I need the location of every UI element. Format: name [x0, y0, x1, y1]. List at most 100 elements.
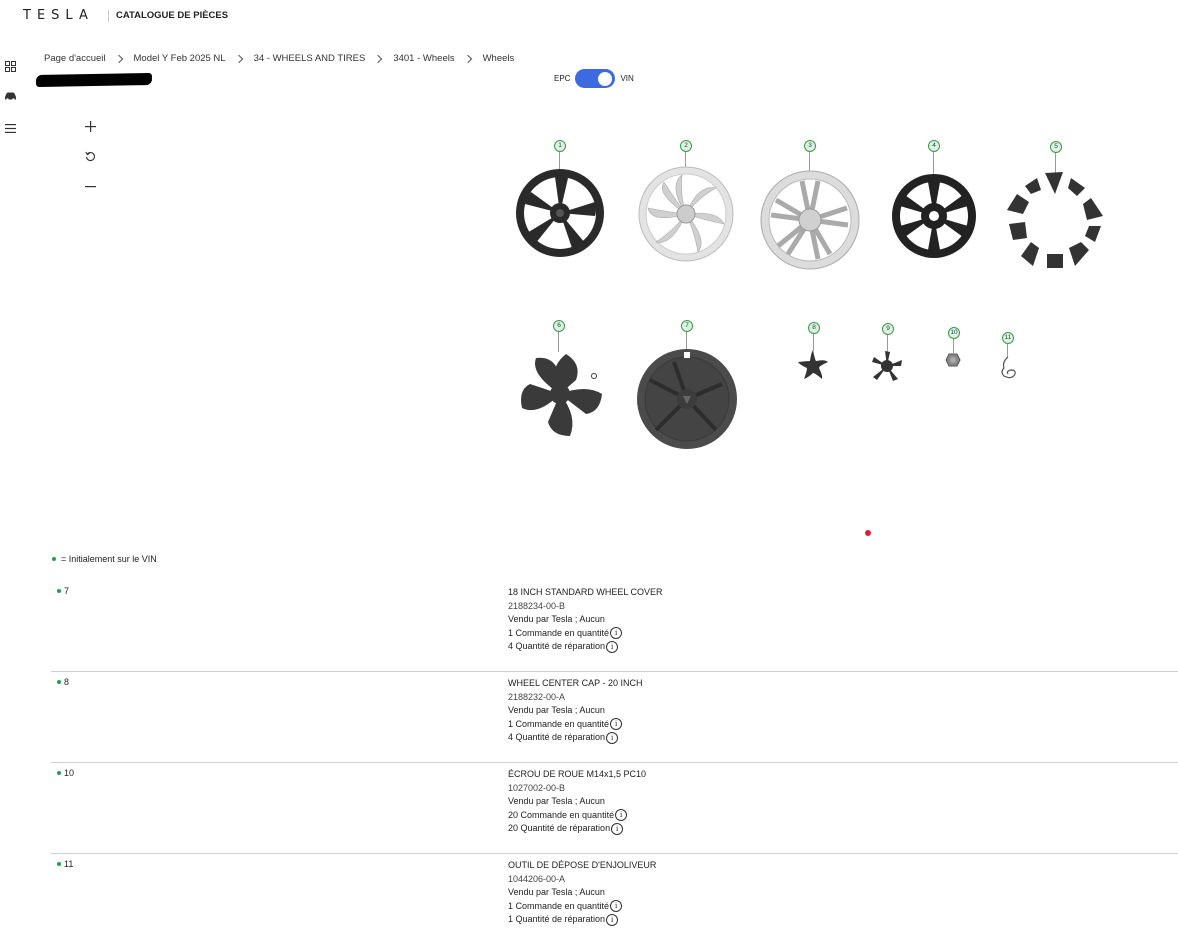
breadcrumb: Page d'accueil Model Y Feb 2025 NL 34 - … [44, 53, 514, 64]
aero-blade-cover-image[interactable] [516, 350, 608, 440]
car-icon[interactable] [3, 89, 17, 103]
callout-5[interactable]: 5 [1050, 141, 1062, 153]
info-icon[interactable]: i [610, 718, 623, 731]
zoom-out-button[interactable] [82, 178, 98, 194]
part-number[interactable]: 2188232-00-A [508, 691, 643, 705]
part-name: ÉCROU DE ROUE M14x1,5 PC10 [508, 769, 647, 779]
part-callout-number: 7 [57, 586, 69, 596]
callout-8[interactable]: 8 [808, 322, 820, 334]
hotspot-marker[interactable] [865, 530, 871, 536]
breadcrumb-current: Wheels [482, 53, 515, 64]
vin-dot-icon [57, 771, 61, 775]
leader-line [933, 150, 934, 175]
leader-line [558, 330, 559, 352]
part-order-qty: 1 Commande en quantité i [508, 900, 656, 914]
part-callout-number: 8 [57, 677, 69, 687]
breadcrumb-home[interactable]: Page d'accueil [44, 53, 106, 64]
vin-dot-icon [52, 557, 56, 561]
part-info: OUTIL DE DÉPOSE D'ENJOLIVEUR 1044206-00-… [508, 859, 656, 927]
callout-10[interactable]: 10 [948, 327, 960, 339]
center-cap-20-image[interactable] [797, 349, 829, 381]
leader-line [887, 334, 888, 352]
info-icon[interactable]: i [606, 731, 619, 744]
epc-vin-toggle[interactable] [575, 69, 616, 88]
plus-icon [84, 120, 96, 132]
redacted-vin [35, 72, 153, 88]
info-icon[interactable]: i [606, 913, 619, 926]
tesla-logo[interactable]: TESLA [23, 8, 94, 23]
minus-icon [84, 185, 96, 187]
part-order-qty: 20 Commande en quantité i [508, 809, 646, 823]
leader-line [685, 150, 686, 168]
leader-line [1055, 151, 1056, 173]
legend-text: = Initialement sur le VIN [61, 554, 157, 564]
leader-line [1007, 343, 1008, 358]
menu-icon[interactable] [3, 121, 17, 135]
info-icon[interactable]: i [606, 640, 619, 653]
zoom-in-button[interactable] [82, 118, 98, 134]
wheel-cover-18-image[interactable] [636, 348, 738, 450]
app-title: CATALOGUE DE PIÈCES [116, 10, 229, 21]
info-icon[interactable]: i [610, 900, 623, 913]
vin-dot-icon [57, 680, 61, 684]
part-row[interactable]: 7 18 INCH STANDARD WHEEL COVER 2188234-0… [51, 586, 1178, 672]
part-row[interactable]: 10 ÉCROU DE ROUE M14x1,5 PC10 1027002-00… [51, 768, 1178, 854]
wheel-black-5-spoke-image[interactable] [515, 168, 605, 258]
breadcrumb-model[interactable]: Model Y Feb 2025 NL [134, 53, 226, 64]
chevron-right-icon [234, 54, 243, 63]
aero-cover-segments-image[interactable] [1005, 170, 1105, 270]
leader-line [559, 150, 560, 170]
part-callout-number: 10 [57, 768, 74, 778]
callout-4[interactable]: 4 [928, 140, 940, 152]
leader-line [686, 330, 687, 350]
callout-2[interactable]: 2 [680, 140, 692, 152]
callout-1[interactable]: 1 [554, 140, 566, 152]
cover-removal-tool-image[interactable] [998, 356, 1020, 380]
part-number[interactable]: 1027002-00-B [508, 782, 646, 796]
callout-9[interactable]: 9 [882, 323, 894, 335]
chevron-right-icon [463, 54, 472, 63]
part-repair-qty: 20 Quantité de réparation i [508, 822, 646, 836]
part-name: OUTIL DE DÉPOSE D'ENJOLIVEUR [508, 860, 657, 870]
callout-6[interactable]: 6 [553, 320, 565, 332]
rotate-icon [84, 151, 95, 161]
callout-11[interactable]: 11 [1002, 332, 1014, 344]
part-info: 18 INCH STANDARD WHEEL COVER 2188234-00-… [508, 586, 663, 654]
header-divider [108, 10, 109, 22]
part-sold-by: Vendu par Tesla ; Aucun [508, 887, 605, 897]
leader-line [953, 338, 954, 353]
callout-3[interactable]: 3 [804, 140, 816, 152]
part-sold-by: Vendu par Tesla ; Aucun [508, 705, 605, 715]
part-callout-number: 11 [57, 859, 73, 869]
grid-icon[interactable] [3, 59, 17, 73]
chevron-right-icon [114, 54, 123, 63]
lug-nut-image[interactable] [945, 352, 961, 368]
reset-view-button[interactable] [82, 148, 98, 164]
toggle-knob [598, 71, 613, 86]
part-number[interactable]: 2188234-00-B [508, 600, 663, 614]
part-repair-qty: 4 Quantité de réparation i [508, 731, 643, 745]
wheel-silver-split-spoke-image[interactable] [760, 170, 860, 270]
part-repair-qty: 1 Quantité de réparation i [508, 913, 656, 927]
wheel-silver-turbine-image[interactable] [638, 166, 734, 262]
part-row[interactable]: 11 OUTIL DE DÉPOSE D'ENJOLIVEUR 1044206-… [51, 859, 1178, 939]
toggle-label-epc: EPC [554, 74, 571, 83]
leader-line [813, 333, 814, 351]
part-repair-qty: 4 Quantité de réparation i [508, 640, 663, 654]
info-icon[interactable]: i [611, 822, 624, 835]
center-cap-image[interactable] [871, 350, 903, 382]
info-icon[interactable]: i [615, 809, 628, 822]
vin-dot-icon [57, 862, 61, 866]
breadcrumb-group[interactable]: 34 - WHEELS AND TIRES [254, 53, 366, 64]
wheel-black-multi-spoke-image[interactable] [891, 173, 977, 259]
info-icon[interactable]: i [610, 627, 623, 640]
part-order-qty: 1 Commande en quantité i [508, 627, 663, 641]
breadcrumb-subgroup[interactable]: 3401 - Wheels [393, 53, 454, 64]
chevron-right-icon [374, 54, 383, 63]
part-name: 18 INCH STANDARD WHEEL COVER [508, 587, 663, 597]
part-number[interactable]: 1044206-00-A [508, 873, 656, 887]
part-row[interactable]: 8 WHEEL CENTER CAP - 20 INCH 2188232-00-… [51, 677, 1178, 763]
leader-line [809, 150, 810, 172]
part-info: ÉCROU DE ROUE M14x1,5 PC10 1027002-00-B … [508, 768, 646, 836]
callout-7[interactable]: 7 [681, 320, 693, 332]
